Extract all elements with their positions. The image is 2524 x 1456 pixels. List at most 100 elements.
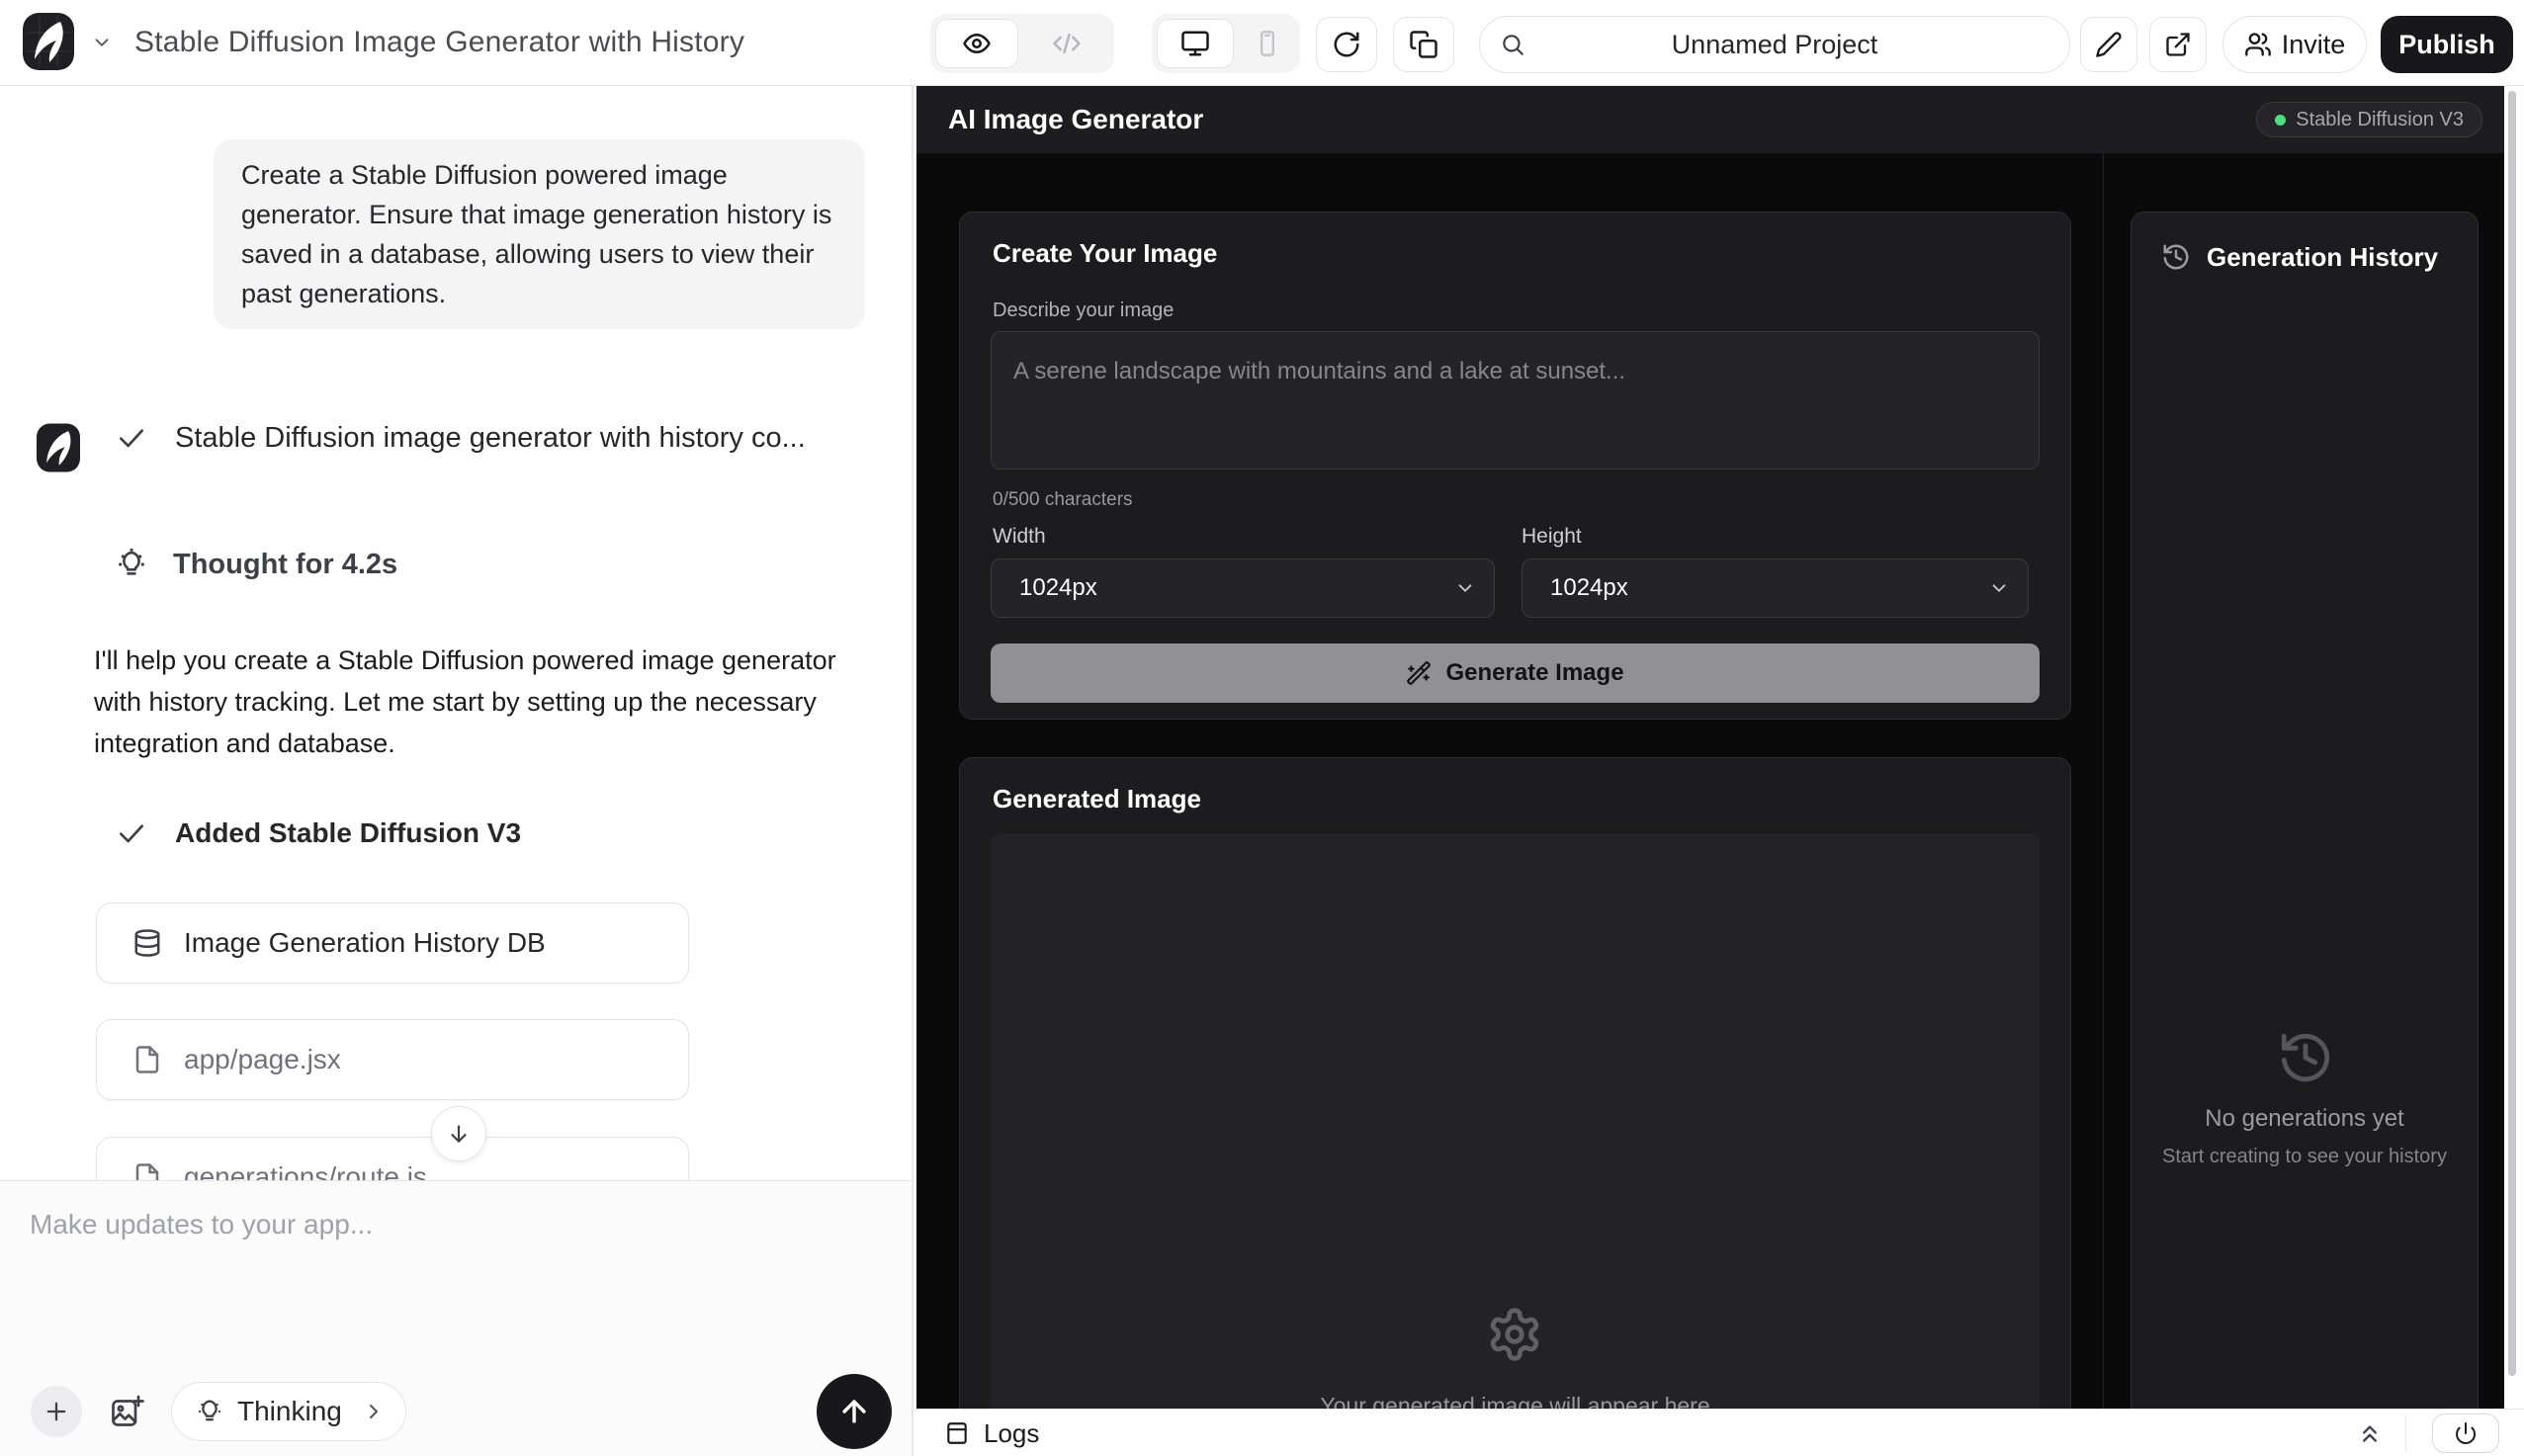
artifact-label: app/page.jsx	[184, 1044, 341, 1075]
history-icon	[2277, 1029, 2334, 1086]
column-divider	[2103, 153, 2104, 1409]
logo-swoosh-icon	[23, 13, 74, 70]
task-title: Stable Diffusion image generator with hi…	[175, 422, 806, 455]
panel-divider[interactable]	[912, 86, 914, 1456]
refresh-icon	[1332, 30, 1361, 59]
app-title: AI Image Generator	[948, 104, 1203, 135]
preview-mode-button[interactable]	[935, 19, 1018, 68]
power-button[interactable]	[2432, 1413, 2499, 1453]
chat-panel: Create a Stable Diffusion powered image …	[0, 86, 912, 1180]
history-icon	[2161, 242, 2191, 272]
width-label: Width	[993, 525, 1046, 549]
preview-app-body: Create Your Image Describe your image 0/…	[916, 153, 2504, 1409]
chat-title: Stable Diffusion Image Generator with Hi…	[134, 0, 744, 85]
artifact-card-database[interactable]: Image Generation History DB	[96, 902, 689, 984]
thought-row[interactable]: Thought for 4.2s	[116, 547, 397, 582]
invite-label: Invite	[2282, 30, 2346, 60]
add-attachment-button[interactable]	[31, 1386, 82, 1437]
chevron-down-icon	[1454, 577, 1476, 599]
image-add-icon	[109, 1394, 144, 1429]
logs-panel-icon	[944, 1420, 970, 1446]
width-select[interactable]: 1024px	[991, 558, 1495, 618]
rename-button[interactable]	[2080, 17, 2137, 72]
generated-empty-text: Your generated image will appear here	[991, 1393, 2040, 1409]
preview-scrollbar-thumb[interactable]	[2508, 91, 2516, 1376]
generated-image-card: Generated Image Your generated image wil…	[959, 757, 2071, 1409]
artifact-card-file[interactable]: app/page.jsx	[96, 1019, 689, 1100]
task-title-row[interactable]: Stable Diffusion image generator with hi…	[116, 420, 806, 456]
artifact-label: Image Generation History DB	[184, 927, 546, 959]
create-card-title: Create Your Image	[993, 238, 1217, 269]
project-url-bar[interactable]: Unnamed Project	[1479, 16, 2070, 73]
code-mode-button[interactable]	[1018, 29, 1114, 58]
check-icon	[116, 422, 147, 454]
lightbulb-icon	[196, 1398, 223, 1425]
artifact-card-file[interactable]: generations/route.js	[96, 1137, 689, 1180]
create-image-card: Create Your Image Describe your image 0/…	[959, 212, 2071, 720]
chat-message-input[interactable]	[30, 1209, 860, 1357]
copy-button[interactable]	[1393, 17, 1454, 72]
generate-image-button[interactable]: Generate Image	[991, 643, 2040, 703]
invite-button[interactable]: Invite	[2222, 16, 2367, 73]
height-value: 1024px	[1550, 574, 1628, 602]
database-icon	[132, 928, 162, 958]
user-message-bubble: Create a Stable Diffusion powered image …	[214, 139, 865, 329]
logs-toggle[interactable]: Logs	[944, 1410, 1039, 1456]
prompt-input[interactable]	[991, 331, 2040, 470]
assistant-avatar	[37, 422, 80, 473]
scroll-to-bottom-button[interactable]	[431, 1106, 486, 1161]
pencil-icon	[2095, 31, 2123, 58]
gear-icon	[1486, 1306, 1543, 1363]
wand-icon	[1406, 660, 1432, 686]
logo-swoosh-icon	[37, 422, 80, 473]
generate-label: Generate Image	[1445, 659, 1623, 687]
add-image-button[interactable]	[101, 1386, 152, 1437]
history-header: Generation History	[2161, 240, 2438, 274]
arrow-down-icon	[446, 1121, 472, 1147]
logs-bar[interactable]: Logs	[916, 1409, 2524, 1456]
refresh-button[interactable]	[1316, 17, 1377, 72]
power-icon	[2454, 1421, 2478, 1445]
eye-icon	[962, 29, 992, 58]
added-integration-row: Added Stable Diffusion V3	[116, 815, 521, 851]
height-select[interactable]: 1024px	[1522, 558, 2029, 618]
file-icon	[132, 1045, 162, 1074]
thinking-mode-selector[interactable]: Thinking	[171, 1382, 406, 1441]
generated-card-title: Generated Image	[993, 784, 1201, 814]
project-menu-chevron-icon[interactable]	[91, 32, 113, 53]
preview-scrollbar-track[interactable]	[2504, 86, 2524, 1409]
publish-label: Publish	[2398, 30, 2495, 60]
lightbulb-icon	[116, 549, 147, 580]
model-badge-label: Stable Diffusion V3	[2296, 109, 2464, 131]
expand-logs-button[interactable]	[2350, 1418, 2390, 1448]
copy-icon	[1409, 30, 1438, 59]
thinking-label: Thinking	[237, 1396, 342, 1427]
generation-history-panel: Generation History No generations yet St…	[2131, 212, 2479, 1409]
plus-icon	[43, 1398, 70, 1425]
assistant-paragraph: I'll help you create a Stable Diffusion …	[94, 640, 885, 764]
height-label: Height	[1522, 525, 1582, 549]
desktop-view-button[interactable]	[1157, 19, 1234, 68]
publish-button[interactable]: Publish	[2381, 16, 2513, 73]
generated-image-placeholder: Your generated image will appear here	[991, 833, 2040, 1409]
users-icon	[2244, 31, 2272, 58]
monitor-icon	[1180, 29, 1210, 58]
open-external-button[interactable]	[2149, 17, 2207, 72]
history-empty-title: No generations yet	[2132, 1105, 2478, 1133]
chevrons-up-icon	[2356, 1419, 2384, 1447]
logs-divider	[2405, 1415, 2406, 1451]
logs-label: Logs	[984, 1418, 1039, 1449]
top-toolbar: Stable Diffusion Image Generator with Hi…	[0, 0, 2524, 86]
chevron-down-icon	[1988, 577, 2010, 599]
character-counter: 0/500 characters	[993, 489, 1133, 511]
thought-label: Thought for 4.2s	[173, 549, 397, 581]
chevron-right-icon	[362, 1400, 386, 1423]
check-icon	[116, 817, 147, 849]
status-dot-icon	[2275, 115, 2286, 126]
added-integration-label: Added Stable Diffusion V3	[175, 817, 521, 849]
app-logo[interactable]	[23, 13, 74, 70]
mobile-view-button[interactable]	[1234, 30, 1300, 57]
smartphone-icon	[1254, 30, 1281, 57]
send-message-button[interactable]	[817, 1374, 892, 1449]
view-mode-segment	[930, 14, 1114, 73]
